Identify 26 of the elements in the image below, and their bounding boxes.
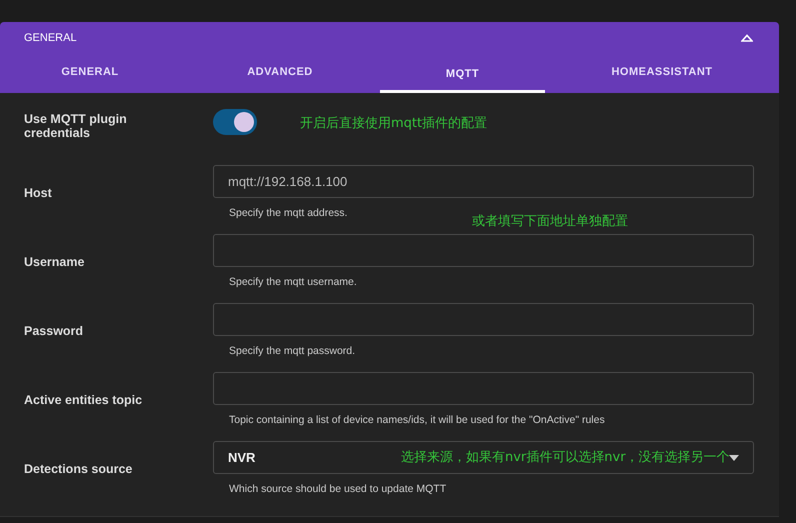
panel-title: GENERAL [24, 32, 77, 44]
helper-text: Topic containing a list of device names/ids, it will be used for the "OnActive" rules [229, 414, 605, 428]
helper-text: Specify the mqtt password. [229, 345, 356, 359]
chevron-up-icon[interactable] [741, 34, 753, 42]
tab[interactable]: MQTT [380, 54, 545, 93]
helper-text: Specify the mqtt username. [229, 276, 357, 290]
field-label: Password [24, 323, 84, 340]
text-field[interactable]: mqtt://192.168.1.100 [213, 165, 754, 198]
toggle-switch[interactable] [213, 109, 257, 135]
field-label: Detections source [24, 461, 134, 478]
field-label: Host [24, 185, 53, 202]
helper-text: Which source should be used to update MQTT [229, 483, 446, 497]
field-label: Use MQTT plugin credentials [24, 111, 128, 140]
field-label: Active entities topic [24, 392, 144, 409]
text-field[interactable] [213, 303, 754, 336]
annotation-text: 选择来源，如果有nvr插件可以选择nvr，没有选择另一个 [401, 449, 730, 466]
annotation-text: 或者填写下面地址单独配置 [472, 213, 628, 230]
tab[interactable]: GENERAL [0, 54, 180, 93]
helper-text: Specify the mqtt address. [229, 207, 348, 221]
tab[interactable]: HOMEASSISTANT [545, 54, 779, 93]
annotation-text: 开启后直接使用mqtt插件的配置 [300, 115, 488, 132]
field-label: Username [24, 254, 86, 271]
text-field[interactable] [213, 372, 754, 405]
text-field[interactable] [213, 234, 754, 267]
tab[interactable]: ADVANCED [180, 54, 380, 93]
caret-icon [729, 454, 739, 460]
